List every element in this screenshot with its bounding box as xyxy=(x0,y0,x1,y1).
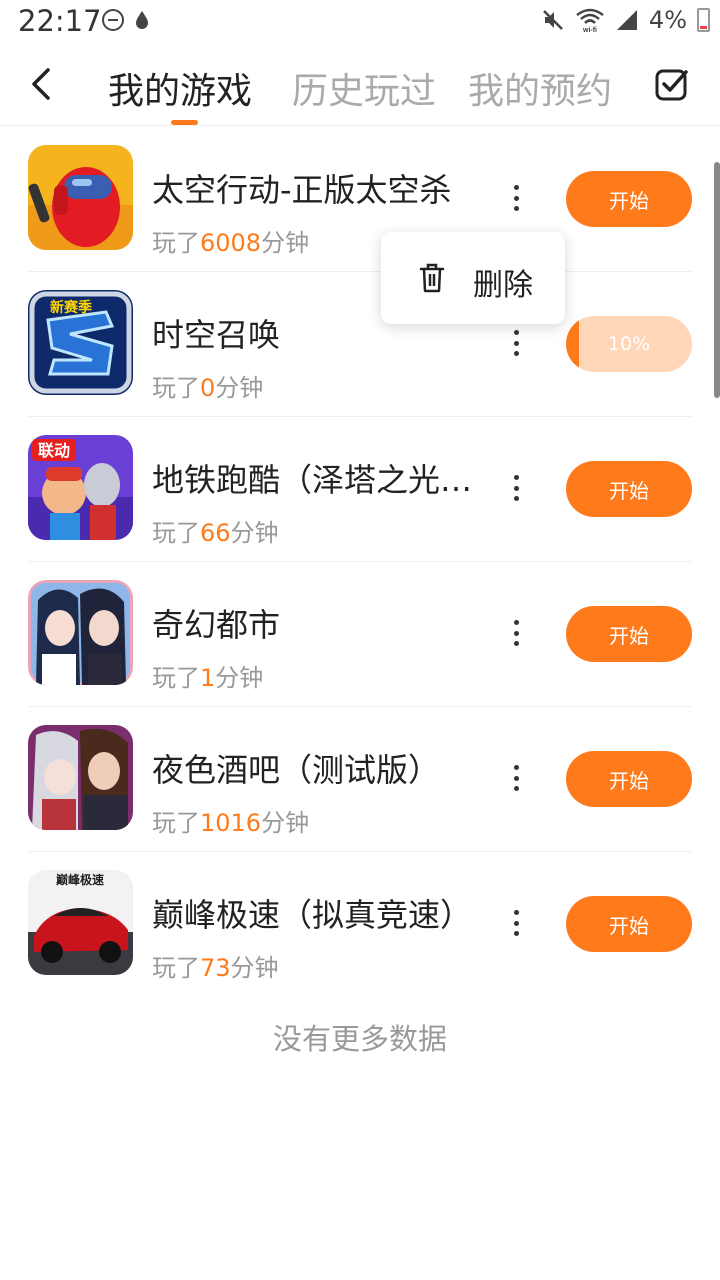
game-name: 奇幻都市 xyxy=(152,606,281,644)
more-options-icon[interactable] xyxy=(506,475,526,501)
game-icon-night-bar[interactable] xyxy=(28,725,133,830)
signal-icon xyxy=(616,10,637,30)
progress-label: 10% xyxy=(607,333,651,355)
more-options-icon[interactable] xyxy=(506,620,526,646)
scrollbar[interactable] xyxy=(714,162,720,398)
game-icon-space-action[interactable] xyxy=(28,145,133,250)
svg-text:wi-fi: wi-fi xyxy=(582,27,597,33)
game-row[interactable]: 巅峰极速 巅峰极速（拟真竞速） 玩了73分钟 开始 xyxy=(0,852,720,997)
game-icon-peak-speed[interactable]: 巅峰极速 xyxy=(28,870,133,975)
mute-icon xyxy=(543,10,563,30)
status-time: 22:17 xyxy=(18,4,102,38)
game-row[interactable]: 夜色酒吧（测试版） 玩了1016分钟 开始 xyxy=(0,707,720,852)
game-row[interactable]: 太空行动-正版太空杀 玩了6008分钟 开始 xyxy=(0,127,720,272)
drop-icon xyxy=(136,11,148,29)
play-time: 玩了73分钟 xyxy=(152,954,279,982)
more-options-icon[interactable] xyxy=(506,330,526,356)
wifi-icon: wi-fi xyxy=(576,8,604,33)
download-progress-button[interactable]: 10% xyxy=(566,316,692,372)
play-time: 玩了1016分钟 xyxy=(152,809,310,837)
edit-checkbox-icon[interactable] xyxy=(654,66,690,102)
status-bar: 22:17 wi-fi 4% xyxy=(0,0,720,44)
game-name: 太空行动-正版太空杀 xyxy=(152,171,452,209)
game-name: 地铁跑酷（泽塔之光… xyxy=(152,461,472,499)
tab-my-games[interactable]: 我的游戏 xyxy=(108,62,252,114)
play-time: 玩了66分钟 xyxy=(152,519,279,547)
game-row[interactable]: 联动 地铁跑酷（泽塔之光… 玩了66分钟 开始 xyxy=(0,417,720,562)
trash-icon[interactable] xyxy=(419,262,445,294)
start-button[interactable]: 开始 xyxy=(566,171,692,227)
game-icon-subway-surfers[interactable]: 联动 xyxy=(28,435,133,540)
context-menu: 删除 xyxy=(381,232,565,324)
no-more-data-text: 没有更多数据 xyxy=(272,1022,447,1056)
game-row[interactable]: 奇幻都市 玩了1分钟 开始 xyxy=(0,562,720,707)
more-options-icon[interactable] xyxy=(506,910,526,936)
new-season-badge: 新赛季 xyxy=(50,299,92,316)
start-button[interactable]: 开始 xyxy=(566,896,692,952)
active-tab-indicator xyxy=(171,120,198,125)
game-row[interactable]: 新赛季 时空召唤 玩了0分钟 10% xyxy=(0,272,720,417)
start-button[interactable]: 开始 xyxy=(566,751,692,807)
header: 我的游戏 历史玩过 我的预约 xyxy=(0,48,720,126)
more-options-icon[interactable] xyxy=(506,185,526,211)
play-time: 玩了0分钟 xyxy=(152,374,264,402)
start-button[interactable]: 开始 xyxy=(566,461,692,517)
delete-menu-item[interactable]: 删除 xyxy=(473,260,533,304)
racing-logo-text: 巅峰极速 xyxy=(56,872,104,887)
more-options-icon[interactable] xyxy=(506,765,526,791)
game-icon-shikong[interactable]: 新赛季 xyxy=(28,290,133,395)
play-time: 玩了6008分钟 xyxy=(152,229,310,257)
battery-percent: 4% xyxy=(648,6,687,34)
dnd-icon xyxy=(102,9,124,31)
play-time: 玩了1分钟 xyxy=(152,664,264,692)
battery-icon xyxy=(697,8,710,32)
start-button[interactable]: 开始 xyxy=(566,606,692,662)
game-name: 巅峰极速（拟真竞速） xyxy=(152,896,472,934)
back-button[interactable] xyxy=(24,64,60,104)
game-name: 夜色酒吧（测试版） xyxy=(152,751,441,789)
collab-badge: 联动 xyxy=(38,441,70,460)
game-icon-fantasy-city[interactable] xyxy=(28,580,133,685)
tab-history[interactable]: 历史玩过 xyxy=(292,62,436,114)
tab-reservations[interactable]: 我的预约 xyxy=(468,62,612,114)
